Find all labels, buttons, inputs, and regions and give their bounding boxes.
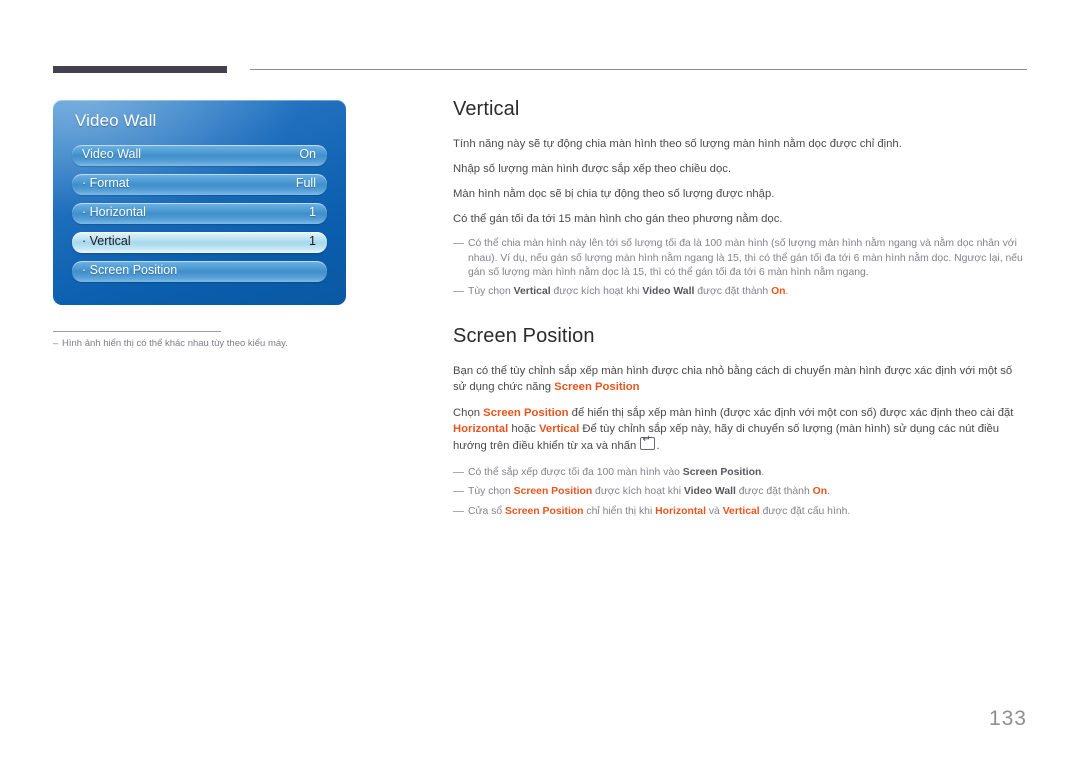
vertical-note-capacity-text: Có thể chia màn hình này lên tới số lượn…: [468, 238, 1023, 278]
osd-row-video-wall[interactable]: Video Wall On: [72, 145, 327, 166]
sp-note3-pre: Cửa sổ: [468, 505, 505, 517]
sp-note2-term-on: On: [812, 486, 828, 497]
note-mid: được kích hoạt khi: [550, 285, 643, 297]
sp-note2-post: .: [827, 486, 830, 497]
osd-row-format[interactable]: · Format Full: [72, 174, 327, 195]
sp-note3-term-horizontal: Horizontal: [655, 505, 706, 517]
vertical-note-capacity: Có thể chia màn hình này lên tới số lượn…: [453, 237, 1027, 281]
osd-row-value: 1: [309, 205, 316, 219]
note-dash-icon: [453, 471, 464, 473]
vertical-notes: Có thể chia màn hình này lên tới số lượn…: [453, 237, 1027, 299]
sp-para2-mid1: để hiển thị sắp xếp màn hình (được xác đ…: [568, 407, 1014, 419]
note-post: .: [785, 285, 789, 297]
osd-menu-row-list: Video Wall On · Format Full · Horizontal…: [72, 145, 327, 290]
osd-footnote: – Hình ảnh hiển thị có thể khác nhau tùy …: [53, 338, 288, 349]
osd-footnote-text: Hình ảnh hiển thị có thể khác nhau tùy t…: [62, 338, 288, 349]
note-term-on: On: [771, 285, 786, 297]
sp-note3-mid1: chỉ hiển thị khi: [583, 505, 656, 517]
sp-note2-term-video-wall: Video Wall: [683, 486, 736, 497]
note-mid2: được đặt thành: [694, 285, 772, 297]
sp-para2-term-horizontal: Horizontal: [453, 422, 509, 435]
sp-note3-post: .: [847, 505, 851, 517]
osd-row-value: Full: [295, 176, 316, 190]
sp-note2-pre: Tùy chọn: [468, 486, 514, 497]
sp-para2-pre: Chọn: [453, 407, 484, 419]
vertical-line-3: Màn hình nằm dọc sẽ bị chia tự động theo…: [453, 188, 775, 200]
note-dash-icon: [453, 290, 464, 292]
sp-para2-mid2: hoặc: [508, 422, 540, 435]
sp-para2-post: .: [656, 440, 660, 452]
sp-note3-mid3: được đặt cấu hình: [759, 505, 848, 517]
screen-position-section-title: Screen Position: [453, 325, 595, 347]
vertical-line-2: Nhập số lượng màn hình được sắp xếp theo…: [453, 163, 732, 175]
vertical-line-4: Có thể gán tối đa tới 15 màn hình cho gá…: [453, 213, 783, 225]
note-term-vertical: Vertical: [513, 285, 551, 297]
sp-para2-term-vertical: Vertical: [539, 422, 580, 435]
screen-position-notes: Có thể sắp xếp được tối đa 100 màn hình …: [453, 466, 1027, 520]
osd-row-value: On: [299, 147, 316, 161]
vertical-section-title: Vertical: [453, 98, 520, 120]
sp-para1-term: Screen Position: [554, 380, 640, 393]
sp-note3-mid2: và: [705, 505, 723, 517]
osd-footnote-divider: [53, 331, 221, 332]
vertical-line-1: Tính năng này sẽ tự động chia màn hình t…: [453, 138, 902, 150]
footnote-dash: –: [53, 338, 59, 349]
osd-row-label: · Format: [82, 176, 130, 190]
sp-para2-term-screen-position: Screen Position: [483, 407, 569, 419]
sp-note-capacity: Có thể sắp xếp được tối đa 100 màn hình …: [453, 466, 1027, 481]
note-dash-icon: [453, 243, 464, 244]
osd-row-label: · Screen Position: [82, 263, 178, 277]
osd-row-label: · Horizontal: [82, 205, 146, 219]
page-number: 133: [988, 707, 1027, 730]
note-pre: Tùy chọn: [468, 285, 514, 297]
osd-row-label: · Vertical: [82, 234, 131, 248]
sp-note1-post: .: [761, 466, 765, 478]
sp-note1-term: Screen Position: [682, 466, 762, 478]
osd-row-value: 1: [309, 234, 316, 248]
screen-position-para-2: Chọn Screen Position để hiển thị sắp xếp…: [453, 406, 1027, 455]
osd-row-vertical[interactable]: · Vertical 1: [72, 232, 327, 253]
osd-menu-title: Video Wall: [75, 111, 157, 130]
osd-row-label: Video Wall: [82, 147, 142, 161]
sp-note2-mid2: được đặt thành: [735, 486, 813, 497]
note-term-video-wall: Video Wall: [642, 285, 695, 297]
screen-position-para-1: Bạn có thể tùy chỉnh sắp xếp màn hình đư…: [453, 364, 1027, 395]
sp-note-visibility: Cửa sổ Screen Position chỉ hiển thị khi …: [453, 505, 1027, 520]
sp-para1-pre: Bạn có thể tùy chỉnh sắp xếp màn hình đư…: [453, 365, 1013, 393]
sp-note3-term-screen-position: Screen Position: [505, 505, 584, 517]
sp-note2-mid1: được kích hoạt khi: [592, 486, 684, 497]
header-accent-bar: [53, 66, 227, 73]
enter-key-icon: [640, 434, 656, 450]
header-divider-line: [250, 69, 1027, 70]
sp-note1-pre: Có thể sắp xếp được tối đa 100 màn hình …: [468, 466, 683, 478]
osd-row-horizontal[interactable]: · Horizontal 1: [72, 203, 327, 224]
osd-row-screen-position[interactable]: · Screen Position: [72, 261, 327, 282]
vertical-note-enabled: Tùy chọn Vertical được kích hoạt khi Vid…: [453, 285, 1027, 300]
note-dash-icon: [453, 491, 464, 492]
sp-note2-term-screen-position: Screen Position: [513, 486, 593, 497]
sp-note3-term-vertical: Vertical: [722, 505, 760, 517]
osd-menu-panel: Video Wall Video Wall On · Format Full ·…: [53, 100, 346, 305]
content-column: Vertical Tính năng này sẽ tự động chia m…: [453, 98, 1027, 527]
note-dash-icon: [453, 510, 464, 512]
sp-note-enabled: Tùy chọn Screen Position được kích hoạt …: [453, 485, 1027, 500]
